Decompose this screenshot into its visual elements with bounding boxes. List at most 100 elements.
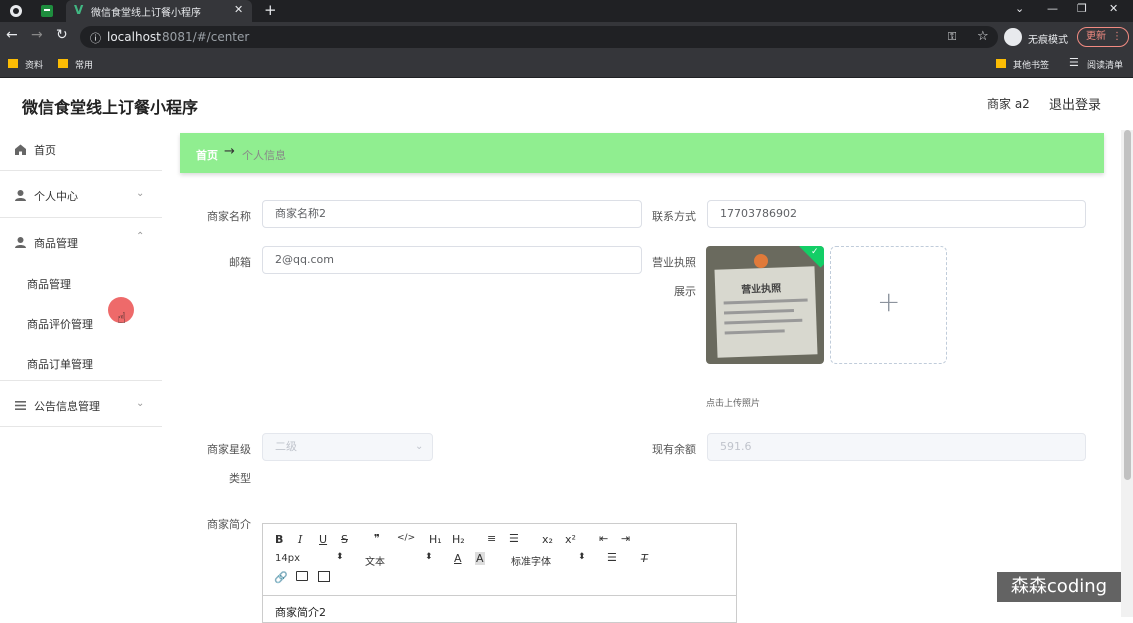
font-size-arrow-icon: ⬍	[336, 552, 344, 562]
code-button[interactable]: </>	[397, 533, 415, 543]
balance-input[interactable]: 591.6	[707, 433, 1086, 461]
active-tab[interactable]: V 微信食堂线上订餐小程序 ✕	[66, 0, 252, 22]
app-title: 微信食堂线上订餐小程序	[22, 98, 199, 117]
email-label: 邮箱	[229, 256, 251, 269]
sidebar-subitem-orders[interactable]: 商品订单管理	[27, 356, 93, 372]
divider	[0, 380, 162, 381]
star-level-label-cont: 类型	[229, 472, 251, 485]
breadcrumb-home[interactable]: 首页	[196, 147, 218, 163]
address-bar-row: ← → ↻ ⓘ localhost :8081/#/center ⚿ ☆ 无痕模…	[0, 22, 1133, 52]
ordered-list-button[interactable]: ≡	[487, 532, 496, 545]
clear-format-icon[interactable]: T̶	[641, 552, 648, 565]
url-field[interactable]: ⓘ localhost :8081/#/center ⚿ ☆	[80, 26, 998, 48]
sidebar-subitem-reviews[interactable]: 商品评价管理	[27, 316, 93, 332]
chevron-down-icon: ⌄	[415, 441, 424, 452]
url-path: :8081/#/center	[158, 30, 250, 44]
blockquote-button[interactable]: ❞	[374, 532, 380, 545]
list-icon	[15, 401, 26, 410]
check-icon: ✓	[811, 247, 819, 257]
strike-button[interactable]: S	[341, 533, 348, 546]
outdent-button[interactable]: ⇤	[599, 532, 608, 545]
folder-icon	[996, 59, 1006, 68]
background-color-icon[interactable]: A	[475, 552, 485, 565]
subscript-button[interactable]: x₂	[542, 533, 553, 546]
hand-cursor-icon: ☝	[117, 309, 127, 327]
link-icon[interactable]: 🔗	[274, 571, 288, 584]
font-size-select[interactable]: 14px	[275, 553, 300, 564]
sidebar-item-personal[interactable]: 个人中心 ⌄	[0, 176, 162, 222]
font-color-icon[interactable]: A	[454, 552, 462, 565]
incognito-icon[interactable]	[1004, 28, 1022, 46]
font-family-arrow-icon: ⬍	[578, 552, 586, 562]
site-info-icon[interactable]: ⓘ	[90, 30, 101, 46]
watermark: 森森coding	[997, 572, 1121, 602]
image-icon[interactable]	[296, 571, 308, 581]
star-level-value: 二级	[275, 440, 297, 453]
sidebar: 首页 个人中心 ⌄ 商品管理 ⌃ 商品管理 商品评价管理 商品订单管理 公告信息…	[0, 130, 162, 617]
h1-button[interactable]: H₁	[429, 533, 442, 546]
bullet-list-button[interactable]: ☰	[509, 532, 519, 545]
font-family-select[interactable]: 标准字体	[511, 553, 551, 568]
pinned-tab-icon[interactable]	[39, 3, 55, 19]
tab-search-icon[interactable]: ⌄	[1015, 2, 1024, 15]
email-input[interactable]: 2@qq.com	[262, 246, 642, 274]
sidebar-item-label: 首页	[34, 144, 56, 157]
license-line	[724, 318, 803, 325]
bookmark-star-icon[interactable]: ☆	[977, 29, 989, 44]
key-icon[interactable]: ⚿	[948, 30, 956, 44]
back-icon[interactable]: ←	[6, 27, 18, 43]
upload-hint: 点击上传照片	[706, 399, 761, 409]
align-icon[interactable]: ☰	[607, 551, 617, 564]
restore-icon[interactable]: ❐	[1077, 2, 1087, 15]
license-line	[723, 298, 808, 305]
star-level-select[interactable]: 二级 ⌄	[262, 433, 433, 461]
browser-tab-bar: V 微信食堂线上订餐小程序 ✕ + ⌄ — ❐ ✕	[0, 0, 1133, 22]
more-icon: ⋮	[1112, 31, 1122, 42]
editor-content[interactable]: 商家简介2	[275, 604, 326, 620]
folder-icon	[8, 59, 18, 68]
breadcrumb-current: 个人信息	[242, 149, 286, 162]
underline-button[interactable]: U	[319, 533, 327, 546]
license-card-text: 营业执照	[741, 283, 782, 296]
upload-add-button[interactable]: +	[830, 246, 947, 364]
vue-logo-icon: V	[74, 3, 84, 17]
indent-button[interactable]: ⇥	[621, 532, 630, 545]
superscript-button[interactable]: x²	[565, 533, 576, 546]
sidebar-item-label: 个人中心	[34, 190, 78, 203]
plus-icon: +	[877, 285, 901, 318]
h2-button[interactable]: H₂	[452, 533, 465, 546]
browser-logo-icon[interactable]	[8, 3, 24, 19]
logout-button[interactable]: 退出登录	[1049, 94, 1101, 113]
license-line	[724, 329, 785, 335]
scrollbar-thumb[interactable]	[1124, 130, 1131, 480]
header-arrow-icon: ⬍	[425, 552, 433, 562]
italic-button[interactable]: I	[298, 533, 302, 546]
header-select[interactable]: 文本	[365, 553, 385, 568]
forward-icon[interactable]: →	[31, 27, 43, 43]
chevron-down-icon: ⌄	[136, 188, 145, 199]
tab-close-icon[interactable]: ✕	[234, 3, 243, 16]
merchant-name-input[interactable]: 商家名称2	[262, 200, 642, 228]
user-icon	[15, 190, 26, 201]
rich-text-editor: B I U S ❞ </> H₁ H₂ ≡ ☰ x₂ x² ⇤ ⇥ 14px ⬍…	[262, 523, 737, 623]
star-level-label: 商家星级	[207, 443, 251, 456]
sidebar-item-goods[interactable]: 商品管理 ⌃	[0, 223, 162, 269]
reload-icon[interactable]: ↻	[56, 27, 68, 43]
sidebar-item-label: 商品管理	[34, 237, 78, 250]
divider	[0, 217, 162, 218]
new-tab-button[interactable]: +	[264, 1, 277, 19]
other-bookmarks[interactable]: 其他书签	[1013, 58, 1049, 71]
reading-list[interactable]: 阅读清单	[1087, 58, 1123, 71]
license-photo: 营业执照	[714, 266, 818, 358]
sidebar-subitem-goods[interactable]: 商品管理	[27, 276, 71, 292]
bookmark-folder-1[interactable]: 资料	[25, 58, 43, 71]
bookmark-folder-2[interactable]: 常用	[75, 58, 93, 71]
minimize-icon[interactable]: —	[1047, 2, 1058, 15]
merchant-name-label: 商家名称	[207, 210, 251, 223]
contact-input[interactable]: 17703786902	[707, 200, 1086, 228]
video-icon[interactable]	[318, 571, 330, 582]
close-window-icon[interactable]: ✕	[1109, 2, 1118, 15]
license-image[interactable]: 营业执照 ✓	[706, 246, 824, 364]
update-button[interactable]: 更新 ⋮	[1077, 27, 1129, 47]
bold-button[interactable]: B	[275, 533, 283, 546]
